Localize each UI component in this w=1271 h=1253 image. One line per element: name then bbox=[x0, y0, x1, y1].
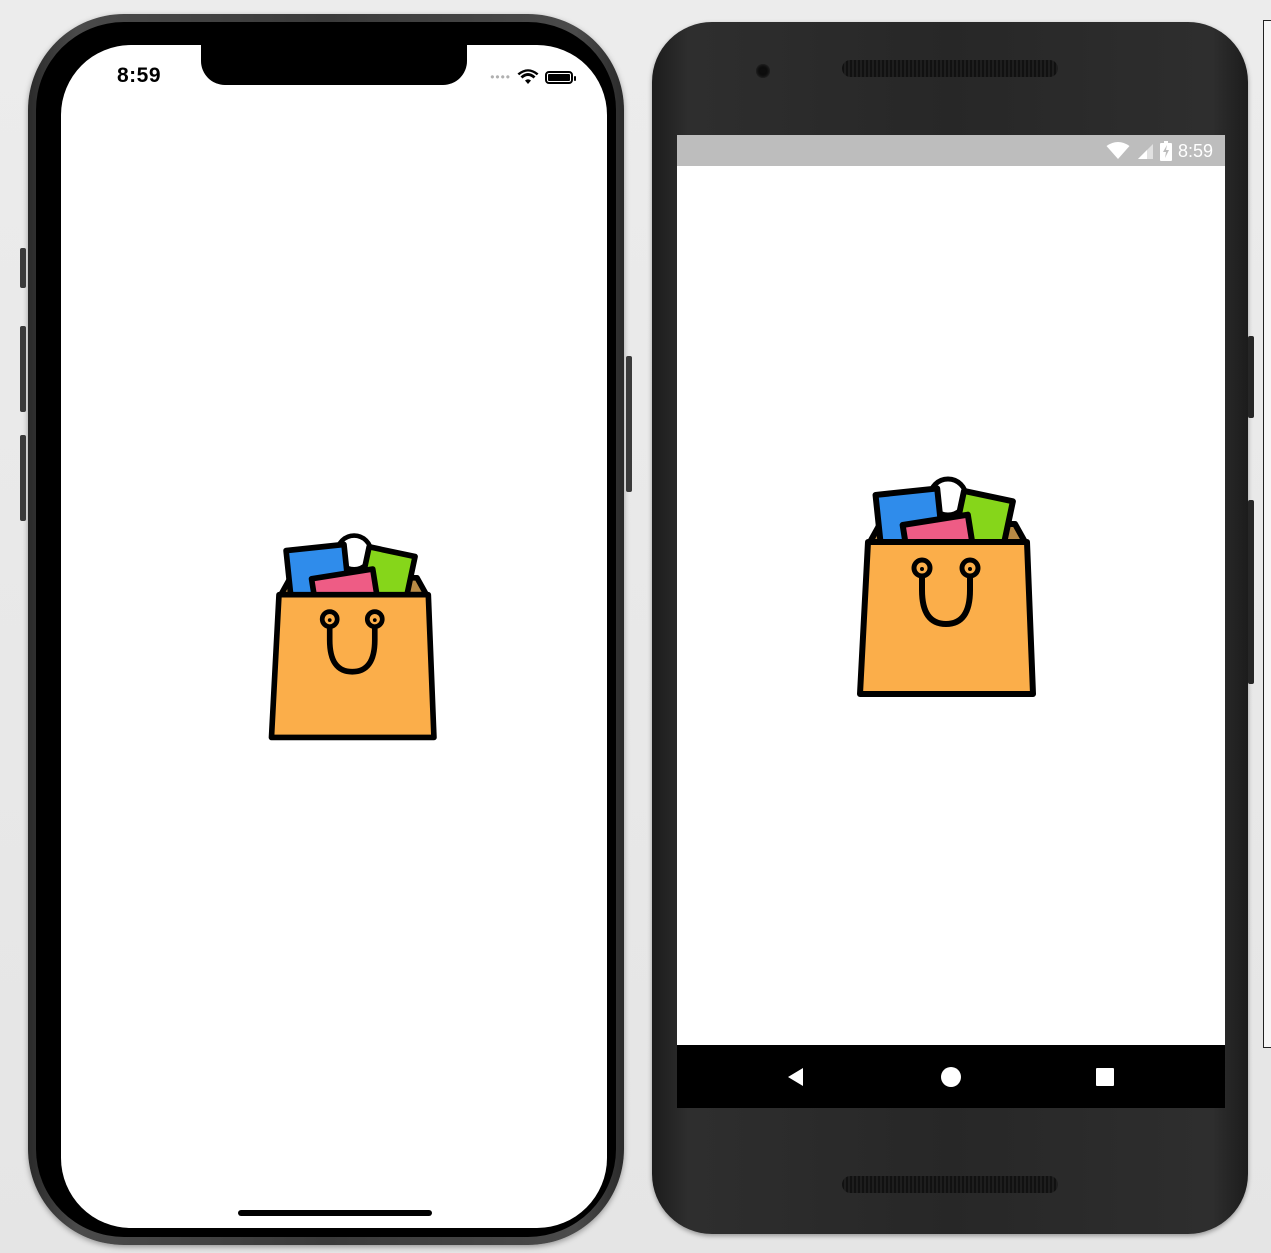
shopping-bag-icon bbox=[262, 529, 450, 745]
home-button[interactable] bbox=[940, 1066, 962, 1088]
wifi-icon bbox=[1106, 142, 1130, 159]
iphone-volume-down-button bbox=[20, 435, 26, 521]
wifi-icon bbox=[517, 69, 539, 84]
android-screen: 8:59 bbox=[677, 135, 1225, 1108]
ios-status-time: 8:59 bbox=[117, 64, 162, 87]
home-indicator[interactable] bbox=[238, 1210, 432, 1216]
adjacent-window-edge bbox=[1263, 20, 1271, 1048]
iphone-mute-switch bbox=[20, 248, 26, 288]
recents-button[interactable] bbox=[1094, 1066, 1116, 1088]
cell-signal-icon bbox=[1137, 144, 1153, 159]
iphone-device: 8:59 •••• bbox=[20, 14, 632, 1245]
simulator-stage: 8:59 •••• 8:59 bbox=[0, 0, 1271, 1253]
iphone-notch bbox=[201, 45, 467, 85]
android-status-time: 8:59 bbox=[1177, 140, 1213, 161]
cell-signal-icon: •••• bbox=[490, 70, 511, 84]
ios-status-icons: •••• bbox=[490, 67, 576, 87]
top-speaker bbox=[842, 60, 1058, 77]
android-status-bar: 8:59 bbox=[677, 135, 1225, 166]
iphone-bezel: 8:59 •••• bbox=[36, 22, 616, 1237]
android-volume-button bbox=[1248, 500, 1254, 684]
battery-charging-icon bbox=[1159, 141, 1172, 161]
android-navigation-bar bbox=[677, 1045, 1225, 1108]
android-status-icons: 8:59 bbox=[1106, 140, 1213, 162]
battery-icon bbox=[545, 70, 576, 84]
bottom-speaker bbox=[842, 1176, 1058, 1193]
shopping-bag-icon bbox=[850, 471, 1050, 703]
back-button[interactable] bbox=[785, 1066, 807, 1088]
iphone-volume-up-button bbox=[20, 326, 26, 412]
front-camera bbox=[756, 64, 770, 78]
iphone-power-button bbox=[626, 356, 632, 492]
iphone-screen: 8:59 •••• bbox=[61, 45, 607, 1228]
android-power-button bbox=[1248, 336, 1254, 418]
android-device: 8:59 bbox=[652, 22, 1254, 1234]
